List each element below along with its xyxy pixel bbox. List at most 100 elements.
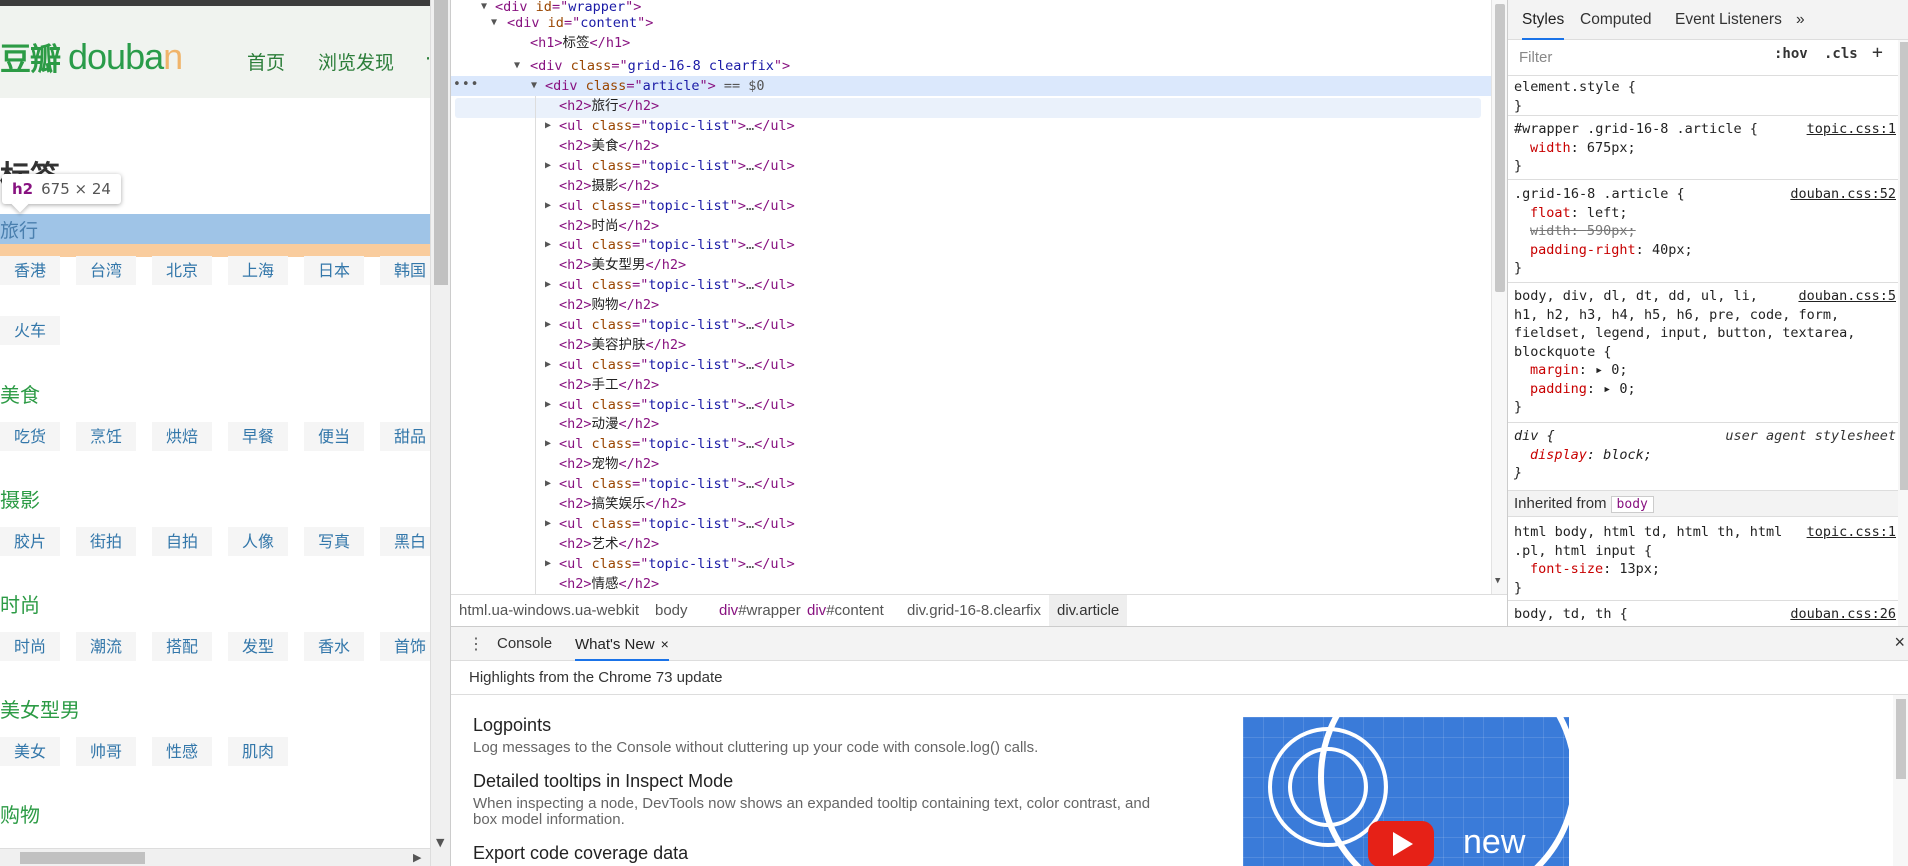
node-content[interactable]: ▼ <div id="content"> <box>451 13 1491 33</box>
youtube-play-icon[interactable] <box>1368 821 1434 866</box>
page-hscroll-thumb[interactable] <box>20 852 145 864</box>
node-article-selected[interactable]: ••• ▼ <div class="article"> == $0 <box>451 76 1491 96</box>
topic-tag[interactable]: 性感 <box>152 737 212 766</box>
node-ul-topic-list[interactable]: ▶ <ul class="topic-list">…</ul> <box>451 514 1491 534</box>
breadcrumb-item[interactable]: body <box>655 595 688 626</box>
collapse-triangle-icon[interactable]: ▼ <box>491 13 497 33</box>
page-horizontal-scrollbar[interactable]: ▶ <box>0 848 430 866</box>
styles-scrollbar[interactable] <box>1898 40 1908 626</box>
node-ul-topic-list[interactable]: ▶ <ul class="topic-list">…</ul> <box>451 116 1491 136</box>
topic-tag[interactable]: 写真 <box>304 527 364 556</box>
feature-title[interactable]: Export code coverage data <box>473 843 688 864</box>
drawer-menu-icon[interactable]: ⋮ <box>468 634 484 654</box>
expand-triangle-icon[interactable]: ▶ <box>545 315 551 335</box>
rule-source-link[interactable]: topic.css:1 <box>1807 120 1896 139</box>
scroll-down-arrow-icon[interactable]: ▼ <box>436 836 444 849</box>
node-h2[interactable]: <h2>艺术</h2> <box>451 534 1491 554</box>
expand-triangle-icon[interactable]: ▶ <box>545 434 551 454</box>
inherited-node-chip[interactable]: body <box>1610 496 1654 513</box>
topic-tag[interactable]: 烹饪 <box>76 422 136 451</box>
node-ul-topic-list[interactable]: ▶ <ul class="topic-list">…</ul> <box>451 355 1491 375</box>
logo-en[interactable]: douban <box>68 36 183 78</box>
rule-source-link[interactable]: douban.css:26 <box>1790 605 1896 624</box>
prop-value[interactable]: left; <box>1587 205 1628 221</box>
new-rule-plus-icon[interactable]: + <box>1872 42 1883 63</box>
node-h2[interactable]: <h2>美容护肤</h2> <box>451 335 1491 355</box>
rule-source-link[interactable]: douban.css:52 <box>1790 185 1896 204</box>
prop-value[interactable]: 0; <box>1611 362 1627 378</box>
rule-body-td-th[interactable]: body, td, th {douban.css:26 <box>1508 603 1908 626</box>
collapse-triangle-icon[interactable]: ▼ <box>531 76 537 96</box>
breadcrumb-item[interactable]: div.grid-16-8.clearfix <box>907 595 1041 626</box>
hov-toggle-button[interactable]: :hov <box>1774 46 1808 62</box>
node-h2[interactable]: <h2>美食</h2> <box>451 136 1491 156</box>
expand-triangle-icon[interactable]: ▶ <box>545 116 551 136</box>
node-ul-topic-list[interactable]: ▶ <ul class="topic-list">…</ul> <box>451 434 1491 454</box>
styles-filter-input[interactable]: Filter <box>1514 44 1754 72</box>
prop-value-overridden[interactable]: 590px; <box>1587 223 1636 239</box>
topic-tag[interactable]: 美女 <box>0 737 60 766</box>
expand-triangle-icon[interactable]: ▶ <box>545 474 551 494</box>
node-ul-topic-list[interactable]: ▶ <ul class="topic-list">…</ul> <box>451 235 1491 255</box>
prop-value[interactable]: 0; <box>1619 381 1635 397</box>
elements-scrollbar[interactable]: ▼ <box>1491 0 1507 594</box>
topic-tag[interactable]: 潮流 <box>76 632 136 661</box>
breadcrumb-item[interactable]: div#content <box>807 595 884 626</box>
node-h2[interactable]: <h2>情感</h2> <box>451 574 1491 594</box>
rule-element-style[interactable]: element.style { } <box>1508 76 1908 116</box>
node-h2[interactable]: <h2>购物</h2> <box>451 295 1491 315</box>
topic-tag[interactable]: 吃货 <box>0 422 60 451</box>
rule-reset[interactable]: body, div, dl, dt, dd, ul, li, douban.css… <box>1508 285 1908 423</box>
tab-whats-new[interactable]: What's New × <box>575 627 669 661</box>
node-ul-topic-list[interactable]: ▶ <ul class="topic-list">…</ul> <box>451 395 1491 415</box>
topic-tag[interactable]: 搭配 <box>152 632 212 661</box>
rule-source-link[interactable]: topic.css:1 <box>1807 523 1896 542</box>
page-vscroll-thumb[interactable] <box>434 0 448 285</box>
expand-triangle-icon[interactable]: ▶ <box>545 514 551 534</box>
rule-inherited-font[interactable]: html body, html td, html th, html topic.c… <box>1508 521 1908 601</box>
breadcrumb-item[interactable]: div.article <box>1049 595 1128 626</box>
expand-triangle-icon[interactable]: ▶ <box>545 235 551 255</box>
topic-tag[interactable]: 早餐 <box>228 422 288 451</box>
topic-tag[interactable]: 香港 <box>0 256 60 285</box>
drawer-scroll-thumb[interactable] <box>1896 699 1906 779</box>
topic-tag[interactable]: 日本 <box>304 256 364 285</box>
prop-value[interactable]: 13px; <box>1619 561 1660 577</box>
node-ul-topic-list[interactable]: ▶ <ul class="topic-list">…</ul> <box>451 275 1491 295</box>
prop-name[interactable]: margin <box>1530 362 1579 378</box>
close-tab-icon[interactable]: × <box>661 636 669 652</box>
node-h1[interactable]: <h1>标签</h1> <box>451 33 1491 53</box>
topic-tag[interactable]: 帅哥 <box>76 737 136 766</box>
scroll-down-arrow-icon[interactable]: ▼ <box>1495 576 1500 586</box>
node-h2[interactable]: <h2>手工</h2> <box>451 375 1491 395</box>
feature-title[interactable]: Logpoints <box>473 715 1173 736</box>
topic-tag[interactable]: 火车 <box>0 316 60 345</box>
node-h2[interactable]: <h2>美女型男</h2> <box>451 255 1491 275</box>
expand-triangle-icon[interactable]: ▶ <box>545 156 551 176</box>
topic-tag[interactable]: 街拍 <box>76 527 136 556</box>
topic-tag[interactable]: 自拍 <box>152 527 212 556</box>
expand-triangle-icon[interactable]: ▶ <box>545 196 551 216</box>
prop-name[interactable]: float <box>1530 205 1571 221</box>
video-banner[interactable]: new <box>1243 717 1569 866</box>
tab-styles[interactable]: Styles <box>1522 0 1565 40</box>
expand-triangle-icon[interactable]: ▶ <box>545 275 551 295</box>
rule-wrapper-article[interactable]: #wrapper .grid-16-8 .article {topic.css:… <box>1508 118 1908 180</box>
nav-link-explore[interactable]: 浏览发现 <box>318 48 394 75</box>
topic-tag[interactable]: 烘焙 <box>152 422 212 451</box>
drawer-scrollbar[interactable] <box>1893 695 1908 866</box>
prop-name[interactable]: padding <box>1530 381 1587 397</box>
tab-console[interactable]: Console <box>497 627 552 661</box>
logo-cn[interactable]: 豆瓣 <box>0 34 61 79</box>
node-ul-topic-list[interactable]: ▶ <ul class="topic-list">…</ul> <box>451 156 1491 176</box>
topic-tag[interactable]: 胶片 <box>0 527 60 556</box>
topic-tag[interactable]: 发型 <box>228 632 288 661</box>
prop-value[interactable]: 675px; <box>1587 140 1636 156</box>
page-vertical-scrollbar[interactable]: ▼ <box>430 0 450 866</box>
breadcrumb-item[interactable]: div#wrapper <box>719 595 801 626</box>
cls-toggle-button[interactable]: .cls <box>1824 46 1858 62</box>
rule-grid-article[interactable]: .grid-16-8 .article {douban.css:52 float… <box>1508 183 1908 283</box>
node-h2[interactable]: <h2>宠物</h2> <box>451 454 1491 474</box>
topic-tag[interactable]: 便当 <box>304 422 364 451</box>
prop-value[interactable]: 40px; <box>1652 242 1693 258</box>
